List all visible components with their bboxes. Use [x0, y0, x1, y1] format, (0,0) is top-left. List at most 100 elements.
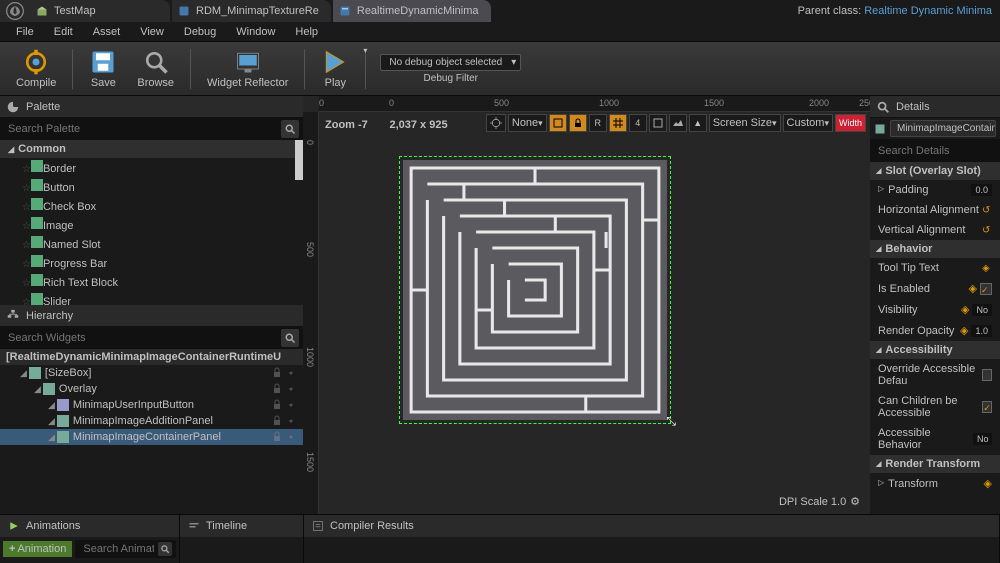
hierarchy-item[interactable]: ◢MinimapImageAdditionPanel	[0, 413, 303, 429]
expand-icon[interactable]: ▷	[878, 184, 884, 196]
bind-icon[interactable]: ◈	[982, 263, 992, 273]
tab-rdm-texture[interactable]: RDM_MinimapTextureRe	[172, 0, 331, 22]
bind-icon[interactable]: ◈	[961, 303, 969, 316]
favorite-icon[interactable]: ☆Named Slot	[22, 236, 100, 251]
save-button[interactable]: Save	[79, 44, 127, 93]
lock-icon[interactable]	[271, 431, 283, 443]
menu-asset[interactable]: Asset	[83, 23, 131, 41]
search-icon[interactable]	[281, 329, 299, 347]
favorite-icon[interactable]: ☆Check Box	[22, 198, 96, 213]
lock-icon[interactable]	[271, 383, 283, 395]
resize-handle-icon[interactable]: ⤡	[666, 414, 676, 429]
palette-item[interactable]: ☆Check Box	[0, 196, 303, 215]
menu-window[interactable]: Window	[226, 23, 285, 41]
prop-access-behavior[interactable]: Accessible BehaviorNo	[870, 423, 1000, 455]
prop-halign[interactable]: Horizontal Alignment↺	[870, 200, 1000, 220]
enabled-checkbox[interactable]	[980, 283, 992, 295]
tree-toggle-icon[interactable]: ◢	[20, 368, 25, 379]
search-icon[interactable]	[158, 542, 172, 556]
prop-children-access[interactable]: Can Children be Accessible	[870, 391, 1000, 423]
tree-toggle-icon[interactable]: ◢	[48, 432, 53, 443]
visibility-icon[interactable]	[285, 367, 297, 379]
favorite-icon[interactable]: ☆Image	[22, 217, 74, 232]
compiler-tab[interactable]: Compiler Results	[304, 515, 999, 537]
bind-icon[interactable]: ◈	[960, 324, 968, 337]
menu-edit[interactable]: Edit	[44, 23, 83, 41]
palette-search-input[interactable]	[4, 121, 281, 137]
bind-icon[interactable]: ◈	[969, 282, 977, 295]
tab-testmap[interactable]: TestMap	[30, 0, 170, 22]
prop-padding[interactable]: ▷Padding0.0	[870, 180, 1000, 200]
unreal-logo-icon[interactable]	[0, 0, 30, 22]
prop-tooltip[interactable]: Tool Tip Text◈	[870, 258, 1000, 278]
scrollbar[interactable]	[295, 140, 303, 305]
override-checkbox[interactable]	[982, 369, 992, 381]
parent-class-link[interactable]: Realtime Dynamic Minima	[864, 5, 992, 17]
favorite-icon[interactable]: ☆Progress Bar	[22, 255, 107, 270]
tree-toggle-icon[interactable]: ◢	[34, 384, 39, 395]
play-dropdown-icon[interactable]: ▾	[363, 46, 367, 55]
menu-file[interactable]: File	[6, 23, 44, 41]
menu-debug[interactable]: Debug	[174, 23, 226, 41]
prop-opacity[interactable]: Render Opacity◈1.0	[870, 320, 1000, 341]
animations-tab[interactable]: Animations	[0, 515, 179, 537]
viewport[interactable]: 005001000150020002500 050010001500 Zoom …	[303, 96, 870, 514]
search-icon[interactable]	[281, 120, 299, 138]
menu-help[interactable]: Help	[285, 23, 328, 41]
prop-valign[interactable]: Vertical Alignment↺	[870, 220, 1000, 240]
animation-search-input[interactable]	[79, 541, 158, 557]
selection-bounds[interactable]: ⤡	[399, 156, 671, 424]
favorite-icon[interactable]: ☆Border	[22, 160, 76, 175]
reset-icon[interactable]: ↺	[982, 205, 992, 215]
category-slot[interactable]: Slot (Overlay Slot)	[870, 162, 1000, 180]
details-panel-header[interactable]: Details	[870, 96, 1000, 118]
debug-object-dropdown[interactable]: No debug object selected	[380, 54, 521, 71]
favorite-icon[interactable]: ☆Rich Text Block	[22, 274, 118, 289]
lock-icon[interactable]	[271, 399, 283, 411]
hierarchy-item[interactable]: ◢[SizeBox]	[0, 365, 303, 381]
add-animation-button[interactable]: +Animation	[3, 541, 72, 557]
lock-icon[interactable]	[271, 415, 283, 427]
palette-item[interactable]: ☆Named Slot	[0, 234, 303, 253]
favorite-icon[interactable]: ☆Button	[22, 179, 75, 194]
visibility-icon[interactable]	[285, 383, 297, 395]
browse-button[interactable]: Browse	[127, 44, 184, 93]
canvas-area[interactable]: ⤡	[319, 130, 870, 514]
tree-toggle-icon[interactable]: ◢	[48, 416, 53, 427]
menu-view[interactable]: View	[130, 23, 174, 41]
hierarchy-item[interactable]: ◢MinimapImageContainerPanel	[0, 429, 303, 445]
visibility-icon[interactable]	[285, 415, 297, 427]
hierarchy-root[interactable]: [RealtimeDynamicMinimapImageContainerRun…	[0, 349, 303, 365]
palette-item[interactable]: ☆Border	[0, 158, 303, 177]
visibility-icon[interactable]	[285, 399, 297, 411]
visibility-icon[interactable]	[285, 431, 297, 443]
tab-realtime-minimap[interactable]: RealtimeDynamicMinima	[333, 0, 491, 22]
widget-reflector-button[interactable]: Widget Reflector	[197, 44, 298, 93]
prop-override-access[interactable]: Override Accessible Defau	[870, 359, 1000, 391]
hierarchy-panel-header[interactable]: Hierarchy	[0, 305, 303, 327]
palette-category-common[interactable]: Common	[0, 140, 303, 158]
timeline-tab[interactable]: Timeline	[180, 515, 303, 537]
bind-icon[interactable]: ◈	[984, 477, 992, 490]
palette-panel-header[interactable]: Palette	[0, 96, 303, 118]
hierarchy-search-input[interactable]	[4, 330, 281, 346]
dpi-settings-icon[interactable]: ⚙	[850, 496, 860, 508]
prop-visibility[interactable]: Visibility◈No	[870, 299, 1000, 320]
compile-button[interactable]: Compile	[6, 44, 66, 93]
lock-icon[interactable]	[271, 367, 283, 379]
reset-icon[interactable]: ↺	[982, 225, 992, 235]
play-button[interactable]: Play ▾	[311, 44, 359, 93]
category-behavior[interactable]: Behavior	[870, 240, 1000, 258]
expand-icon[interactable]: ▷	[878, 478, 884, 490]
prop-transform[interactable]: ▷Transform◈	[870, 473, 1000, 494]
palette-item[interactable]: ☆Button	[0, 177, 303, 196]
prop-enabled[interactable]: Is Enabled◈	[870, 278, 1000, 299]
favorite-icon[interactable]: ☆Slider	[22, 293, 71, 305]
palette-item[interactable]: ☆Rich Text Block	[0, 272, 303, 291]
palette-item[interactable]: ☆Slider	[0, 291, 303, 305]
palette-item[interactable]: ☆Image	[0, 215, 303, 234]
details-search-input[interactable]	[874, 143, 1000, 159]
selected-widget-name[interactable]: MinimapImageContaine	[890, 120, 996, 137]
palette-item[interactable]: ☆Progress Bar	[0, 253, 303, 272]
children-checkbox[interactable]	[982, 401, 992, 413]
